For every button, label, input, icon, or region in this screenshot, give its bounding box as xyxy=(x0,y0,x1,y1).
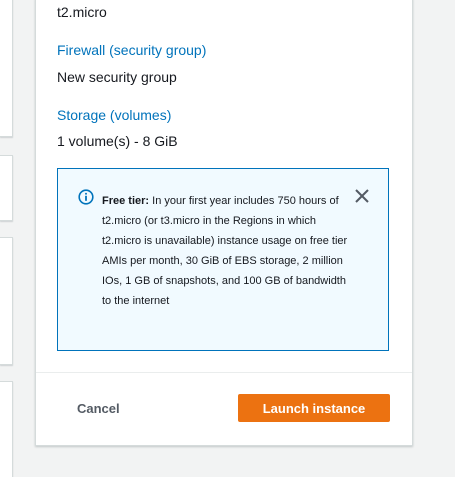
left-card-partial xyxy=(0,237,13,365)
close-icon[interactable] xyxy=(353,187,371,205)
left-card-partial xyxy=(0,155,13,221)
firewall-value: New security group xyxy=(57,69,177,85)
info-icon xyxy=(78,189,94,205)
footer-divider xyxy=(36,372,412,373)
storage-link[interactable]: Storage (volumes) xyxy=(57,107,171,123)
free-tier-alert: Free tier: In your first year includes 7… xyxy=(57,168,389,351)
instance-type-value: t2.micro xyxy=(57,4,107,20)
launch-instance-button[interactable]: Launch instance xyxy=(238,394,390,422)
free-tier-title: Free tier: xyxy=(102,195,150,207)
left-card-partial xyxy=(0,0,13,137)
cancel-button[interactable]: Cancel xyxy=(77,401,120,416)
free-tier-message: Free tier: In your first year includes 7… xyxy=(102,191,350,311)
firewall-link[interactable]: Firewall (security group) xyxy=(57,42,206,58)
storage-value: 1 volume(s) - 8 GiB xyxy=(57,133,178,149)
free-tier-body: In your first year includes 750 hours of… xyxy=(102,195,348,307)
summary-panel: t2.micro Firewall (security group) New s… xyxy=(35,0,413,446)
left-card-partial xyxy=(0,381,13,477)
